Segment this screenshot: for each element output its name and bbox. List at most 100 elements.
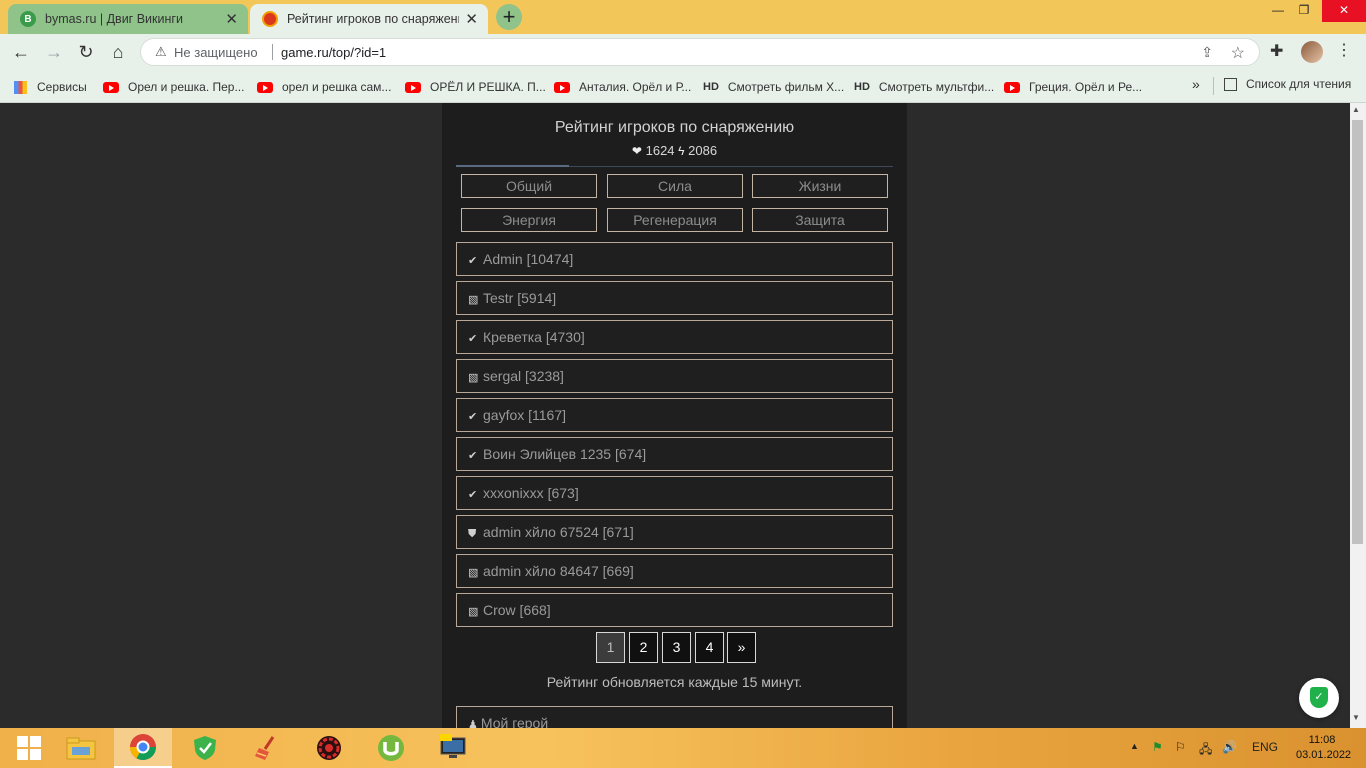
player-row[interactable]: ✔ Воин Элийцев 1235 [674] [456, 437, 893, 471]
volume-icon[interactable]: 🔊 [1222, 740, 1237, 754]
address-bar[interactable]: ⚠ Не защищено game.ru/top/?id=1 ⇪ ☆ [140, 38, 1260, 66]
home-button[interactable]: ⌂ [107, 42, 129, 64]
window-close-button[interactable]: ✕ [1322, 0, 1366, 22]
scrollbar-thumb[interactable] [1352, 120, 1363, 544]
page-title: Рейтинг игроков по снаряжению [554, 119, 795, 136]
browser-menu-icon[interactable]: ⋮ [1336, 40, 1352, 60]
warning-icon[interactable]: ⚠ [155, 44, 167, 60]
network-icon[interactable]: 🖧 [1199, 740, 1212, 761]
player-row[interactable]: ▧ Testr [5914] [456, 281, 893, 315]
bookmark-item[interactable]: HD Смотреть мультфи... [854, 77, 994, 97]
reading-list-button[interactable]: Список для чтения [1224, 77, 1351, 91]
bookmark-item[interactable]: орел и решка сам... [257, 77, 391, 97]
player-name: xxxonixxx [673] [483, 485, 579, 501]
title-divider-accent [456, 165, 569, 167]
player-name: admin хйло 84647 [669] [483, 563, 634, 579]
reading-list-label: Список для чтения [1246, 77, 1352, 91]
utorrent-taskbar-button[interactable] [362, 728, 420, 768]
utorrent-icon [378, 735, 404, 761]
shield-check-icon: ✓ [1310, 687, 1328, 708]
category-strength-button[interactable]: Сила [607, 174, 743, 198]
bookmarks-bar: Сервисы Орел и решка. Пер... орел и решк… [0, 70, 1366, 103]
player-row[interactable]: ▧ Crow [668] [456, 593, 893, 627]
youtube-icon [405, 81, 421, 93]
forward-button[interactable]: → [43, 42, 65, 64]
bookmarks-overflow-button[interactable]: » [1192, 76, 1200, 92]
scroll-down-arrow-icon[interactable]: ▼ [1352, 713, 1360, 722]
share-icon[interactable]: ⇪ [1201, 44, 1213, 61]
rank-icon: ▧ [468, 567, 479, 579]
close-tab-icon[interactable]: ✕ [225, 10, 238, 28]
flag-icon[interactable]: ⚐ [1175, 740, 1186, 754]
bookmark-item[interactable]: Греция. Орёл и Ре... [1004, 77, 1142, 97]
player-row[interactable]: ✔ Креветка [4730] [456, 320, 893, 354]
my-hero-link[interactable]: ♟ Мой герой [456, 706, 893, 728]
flag-green-icon[interactable]: ⚑ [1152, 740, 1163, 754]
start-button[interactable] [0, 728, 58, 768]
rating-panel: Рейтинг игроков по снаряжению ❤ 1624 ϟ 2… [442, 103, 907, 728]
adguard-taskbar-button[interactable] [176, 728, 234, 768]
bookmark-item[interactable]: Орел и решка. Пер... [103, 77, 244, 97]
bookmark-item[interactable]: ОРЁЛ И РЕШКА. П... [405, 77, 546, 97]
maximize-button[interactable]: ❐ [1286, 0, 1322, 22]
next-page-button[interactable]: » [727, 632, 756, 663]
page-3-button[interactable]: 3 [662, 632, 691, 663]
player-row[interactable]: ⛊ admin хйло 67524 [671] [456, 515, 893, 549]
game-app-taskbar-button[interactable] [300, 728, 358, 768]
profile-avatar[interactable] [1301, 41, 1323, 63]
category-defense-button[interactable]: Защита [752, 208, 888, 232]
language-indicator[interactable]: ENG [1252, 740, 1278, 754]
bookmark-label: Смотреть мультфи... [878, 80, 995, 94]
rank-icon: ✔ [468, 255, 478, 267]
url-text[interactable]: game.ru/top/?id=1 [281, 45, 386, 60]
player-row[interactable]: ▧ sergal [3238] [456, 359, 893, 393]
player-row[interactable]: ✔ gayfox [1167] [456, 398, 893, 432]
security-label[interactable]: Не защищено [174, 45, 258, 60]
player-name: gayfox [1167] [483, 407, 567, 423]
my-hero-label: Мой герой [480, 715, 549, 728]
bookmark-label: Орел и решка. Пер... [128, 80, 245, 94]
chrome-taskbar-button[interactable] [114, 728, 172, 768]
tab-bymas[interactable]: B bymas.ru | Двиг Викинги ✕ [8, 4, 248, 34]
bookmarks-divider [1213, 77, 1214, 95]
browser-toolbar: ← → ↻ ⌂ ⚠ Не защищено game.ru/top/?id=1 … [0, 34, 1366, 70]
taskbar: ▲ ⚑ ⚐ 🖧 🔊 ENG 11:08 03.01.2022 [0, 728, 1366, 768]
heart-icon: ❤ [631, 144, 642, 158]
back-button[interactable]: ← [10, 42, 32, 64]
tab-rating[interactable]: Рейтинг игроков по снаряжени ✕ [250, 4, 488, 34]
reload-button[interactable]: ↻ [75, 42, 97, 64]
ccleaner-taskbar-button[interactable] [238, 728, 296, 768]
scroll-up-arrow-icon[interactable]: ▲ [1352, 105, 1360, 114]
bookmark-item[interactable]: HD Смотреть фильм Х... [703, 77, 844, 97]
rank-icon: ✔ [468, 411, 478, 423]
bookmark-label: Анталия. Орёл и Р... [579, 80, 692, 94]
folder-icon [66, 737, 96, 760]
page-2-button[interactable]: 2 [629, 632, 658, 663]
bookmark-label: Греция. Орёл и Ре... [1029, 80, 1143, 94]
player-row[interactable]: ▧ admin хйло 84647 [669] [456, 554, 893, 588]
monitor-app-taskbar-button[interactable] [424, 728, 482, 768]
player-row[interactable]: ✔ Admin [10474] [456, 242, 893, 276]
tray-overflow-icon[interactable]: ▲ [1130, 741, 1139, 751]
green-shield-icon [194, 736, 216, 760]
category-energy-button[interactable]: Энергия [461, 208, 597, 232]
extensions-puzzle-icon[interactable]: ✚ [1270, 41, 1283, 61]
page-4-button[interactable]: 4 [695, 632, 724, 663]
red-gear-icon [317, 736, 341, 760]
category-regeneration-button[interactable]: Регенерация [607, 208, 743, 232]
security-extension-button[interactable]: ✓ [1299, 678, 1339, 718]
clock[interactable]: 11:08 03.01.2022 [1296, 733, 1351, 763]
new-tab-button[interactable]: + [496, 4, 522, 30]
player-row[interactable]: ✔ xxxonixxx [673] [456, 476, 893, 510]
bookmark-item[interactable]: Анталия. Орёл и Р... [554, 77, 691, 97]
category-general-button[interactable]: Общий [461, 174, 597, 198]
player-name: Креветка [4730] [483, 329, 585, 345]
bookmark-services[interactable]: Сервисы [14, 77, 87, 97]
hero-icon: ♟ [468, 719, 478, 728]
close-tab-icon[interactable]: ✕ [465, 10, 478, 28]
file-explorer-button[interactable] [52, 728, 110, 768]
energy-value: 2086 [688, 143, 718, 158]
bookmark-star-icon[interactable]: ☆ [1231, 43, 1245, 63]
category-life-button[interactable]: Жизни [752, 174, 888, 198]
page-1-button[interactable]: 1 [596, 632, 625, 663]
